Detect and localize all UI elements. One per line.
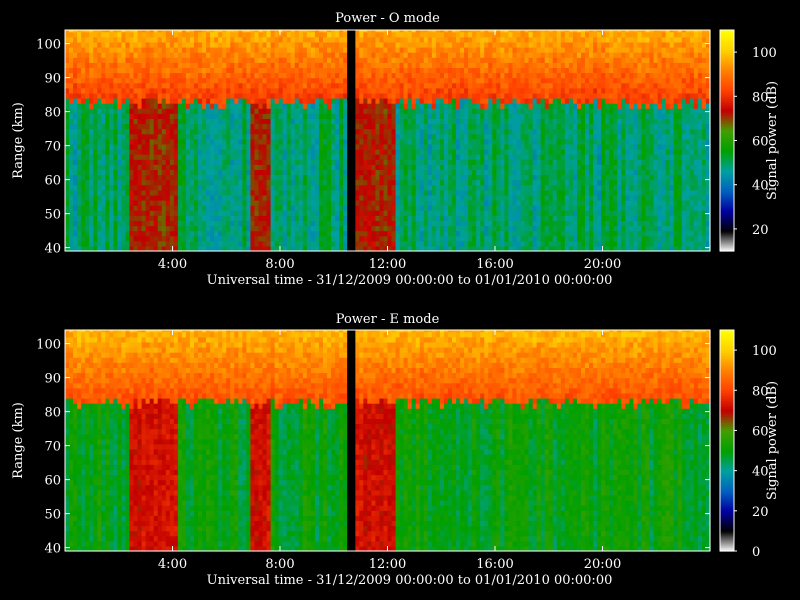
y-tick-label: 60 [44, 174, 61, 189]
y-tick-label: 80 [44, 406, 61, 421]
y-tick-label: 100 [36, 338, 61, 353]
colorbar-tick-label: 20 [752, 223, 769, 238]
power-plots: Power - O mode 40 50 60 70 80 90 100 4:00 8:00 12:… [11, 11, 780, 588]
data-gap [347, 30, 356, 251]
colorbar-label: Signal power (dB) [765, 81, 780, 200]
y-tick-label: 90 [44, 372, 61, 387]
x-tick-label: 12:00 [369, 257, 406, 272]
chart-title: Power - E mode [336, 312, 440, 327]
x-tick-label: 16:00 [476, 557, 513, 572]
y-axis-label: Range (km) [11, 402, 26, 479]
colorbar-tick-label: 100 [752, 344, 777, 359]
x-axis-label: Universal time - 31/12/2009 00:00:00 to … [207, 573, 613, 588]
colorbar-tick-label: 100 [752, 46, 777, 61]
panel-e-mode: Power - E mode 40 50 60 70 80 90 100 4:00 8:00 12:… [11, 312, 780, 588]
colorbar-label: Signal power (dB) [765, 381, 780, 500]
y-tick-label: 60 [44, 474, 61, 489]
x-tick-label: 8:00 [265, 557, 294, 572]
chart-title: Power - O mode [335, 11, 440, 26]
x-tick-label: 4:00 [158, 557, 187, 572]
y-tick-label: 90 [44, 72, 61, 87]
colorbar: 020406080100Signal power (dB) [719, 329, 780, 560]
y-tick-label: 50 [44, 208, 61, 223]
x-tick-label: 20:00 [584, 257, 621, 272]
x-tick-label: 12:00 [369, 557, 406, 572]
colorbar: 20406080100Signal power (dB) [719, 29, 780, 252]
y-tick-label: 80 [44, 106, 61, 121]
x-tick-label: 16:00 [476, 257, 513, 272]
x-tick-label: 8:00 [265, 257, 294, 272]
y-tick-label: 100 [36, 38, 61, 53]
x-tick-label: 4:00 [158, 257, 187, 272]
heatmap-cells [65, 330, 711, 552]
y-tick-label: 70 [44, 440, 61, 455]
panel-o-mode: Power - O mode 40 50 60 70 80 90 100 4:00 8:00 12:… [11, 11, 780, 288]
data-gap [347, 330, 356, 551]
y-tick-label: 70 [44, 140, 61, 155]
heatmap-cells [65, 30, 711, 252]
y-tick-label: 40 [44, 242, 61, 257]
colorbar-tick-label: 0 [752, 545, 760, 560]
y-tick-label: 40 [44, 542, 61, 557]
x-axis-label: Universal time - 31/12/2009 00:00:00 to … [207, 273, 613, 288]
colorbar-tick-label: 20 [752, 505, 769, 520]
x-tick-label: 20:00 [584, 557, 621, 572]
y-axis-label: Range (km) [11, 102, 26, 179]
y-tick-label: 50 [44, 508, 61, 523]
